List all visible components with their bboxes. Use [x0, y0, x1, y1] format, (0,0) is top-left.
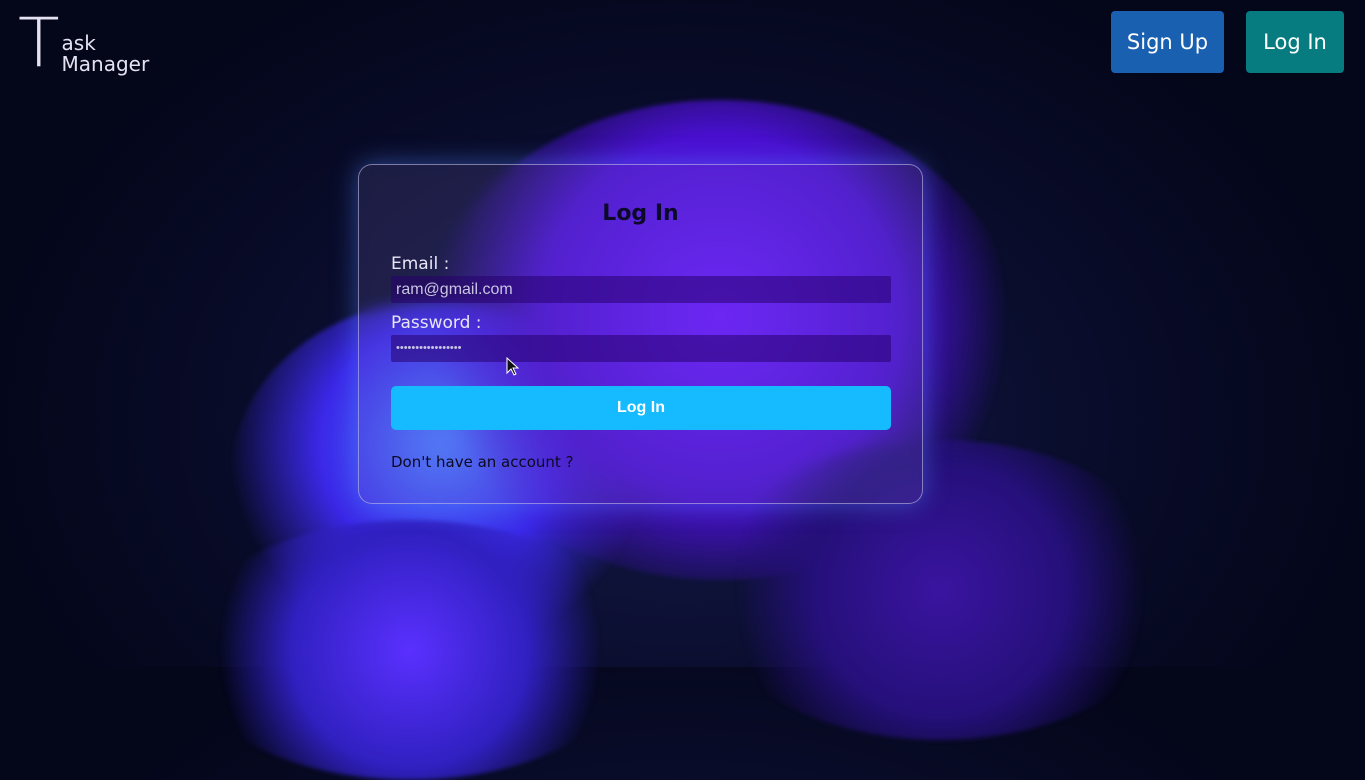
signup-button[interactable]: Sign Up — [1111, 11, 1224, 73]
app-logo[interactable]: T ask Manager — [18, 4, 150, 83]
login-nav-button[interactable]: Log In — [1246, 11, 1344, 73]
password-input[interactable]: ••••••••••••••••• — [391, 335, 891, 362]
password-label: Password : — [391, 313, 482, 333]
email-input[interactable]: ram@gmail.com — [391, 276, 891, 303]
form-title: Log In — [602, 201, 679, 226]
email-label: Email : — [391, 254, 450, 274]
logo-line2: Manager — [61, 52, 150, 76]
logo-letter: T — [18, 4, 60, 83]
login-form: Log In Email : ram@gmail.com Password : … — [358, 164, 923, 504]
signup-link[interactable]: Don't have an account ? — [391, 453, 574, 471]
login-submit-button[interactable]: Log In — [391, 386, 891, 430]
mouse-cursor-icon — [506, 357, 520, 376]
